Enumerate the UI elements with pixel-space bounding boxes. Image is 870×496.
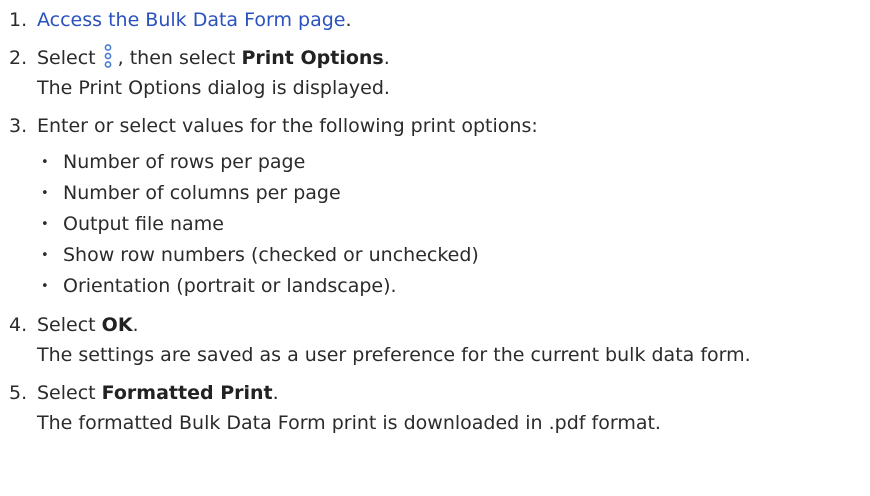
step-text: , then select bbox=[117, 47, 236, 69]
bullet-icon: • bbox=[41, 248, 49, 263]
step-1: 1. Access the Bulk Data Form page. bbox=[9, 5, 869, 35]
step-text: Select bbox=[37, 314, 96, 336]
step-5: 5. Select Formatted Print. The formatted… bbox=[9, 378, 869, 438]
print-options-label: Print Options bbox=[241, 47, 384, 69]
step-instruction: Access the Bulk Data Form page. bbox=[37, 5, 869, 35]
step-2: 2. Select , then select Print Options. Th… bbox=[9, 43, 869, 103]
step-number: 2. bbox=[9, 47, 28, 69]
step-punctuation: . bbox=[272, 382, 279, 404]
print-options-list: • Number of rows per page • Number of colu… bbox=[37, 147, 869, 302]
step-instruction: Select OK. bbox=[37, 310, 869, 340]
list-item: • Orientation (portrait or landscape). bbox=[37, 271, 869, 302]
step-instruction: Select , then select Print Options. bbox=[37, 43, 869, 73]
bullet-icon: • bbox=[41, 279, 49, 294]
more-options-icon bbox=[104, 44, 112, 68]
step-punctuation: . bbox=[383, 47, 390, 69]
bullet-icon: • bbox=[41, 155, 49, 170]
ok-label: OK bbox=[101, 314, 133, 336]
formatted-print-label: Formatted Print bbox=[101, 382, 273, 404]
step-punctuation: . bbox=[345, 9, 352, 31]
bulk-data-form-link[interactable]: Access the Bulk Data Form page bbox=[37, 9, 345, 31]
step-number: 5. bbox=[9, 382, 28, 404]
step-result: The Print Options dialog is displayed. bbox=[37, 77, 390, 99]
list-item: • Output file name bbox=[37, 209, 869, 240]
list-item: • Number of columns per page bbox=[37, 178, 869, 209]
bullet-icon: • bbox=[41, 186, 49, 201]
step-instruction: Select Formatted Print. bbox=[37, 378, 869, 408]
list-item: • Number of rows per page bbox=[37, 147, 869, 178]
step-number: 4. bbox=[9, 314, 28, 336]
step-number: 1. bbox=[9, 9, 28, 31]
step-result: The settings are saved as a user prefere… bbox=[37, 344, 751, 366]
procedure-steps: 1. Access the Bulk Data Form page. 2. Se… bbox=[9, 5, 869, 446]
step-text: Select bbox=[37, 47, 96, 69]
step-result: The formatted Bulk Data Form print is do… bbox=[37, 412, 661, 434]
list-item: • Show row numbers (checked or unchecked) bbox=[37, 240, 869, 271]
step-4: 4. Select OK. The settings are saved as … bbox=[9, 310, 869, 370]
step-3: 3. Enter or select values for the follow… bbox=[9, 111, 869, 302]
bullet-icon: • bbox=[41, 217, 49, 232]
step-punctuation: . bbox=[132, 314, 139, 336]
step-instruction: Enter or select values for the following… bbox=[37, 115, 538, 137]
step-text: Select bbox=[37, 382, 96, 404]
step-number: 3. bbox=[9, 115, 28, 137]
